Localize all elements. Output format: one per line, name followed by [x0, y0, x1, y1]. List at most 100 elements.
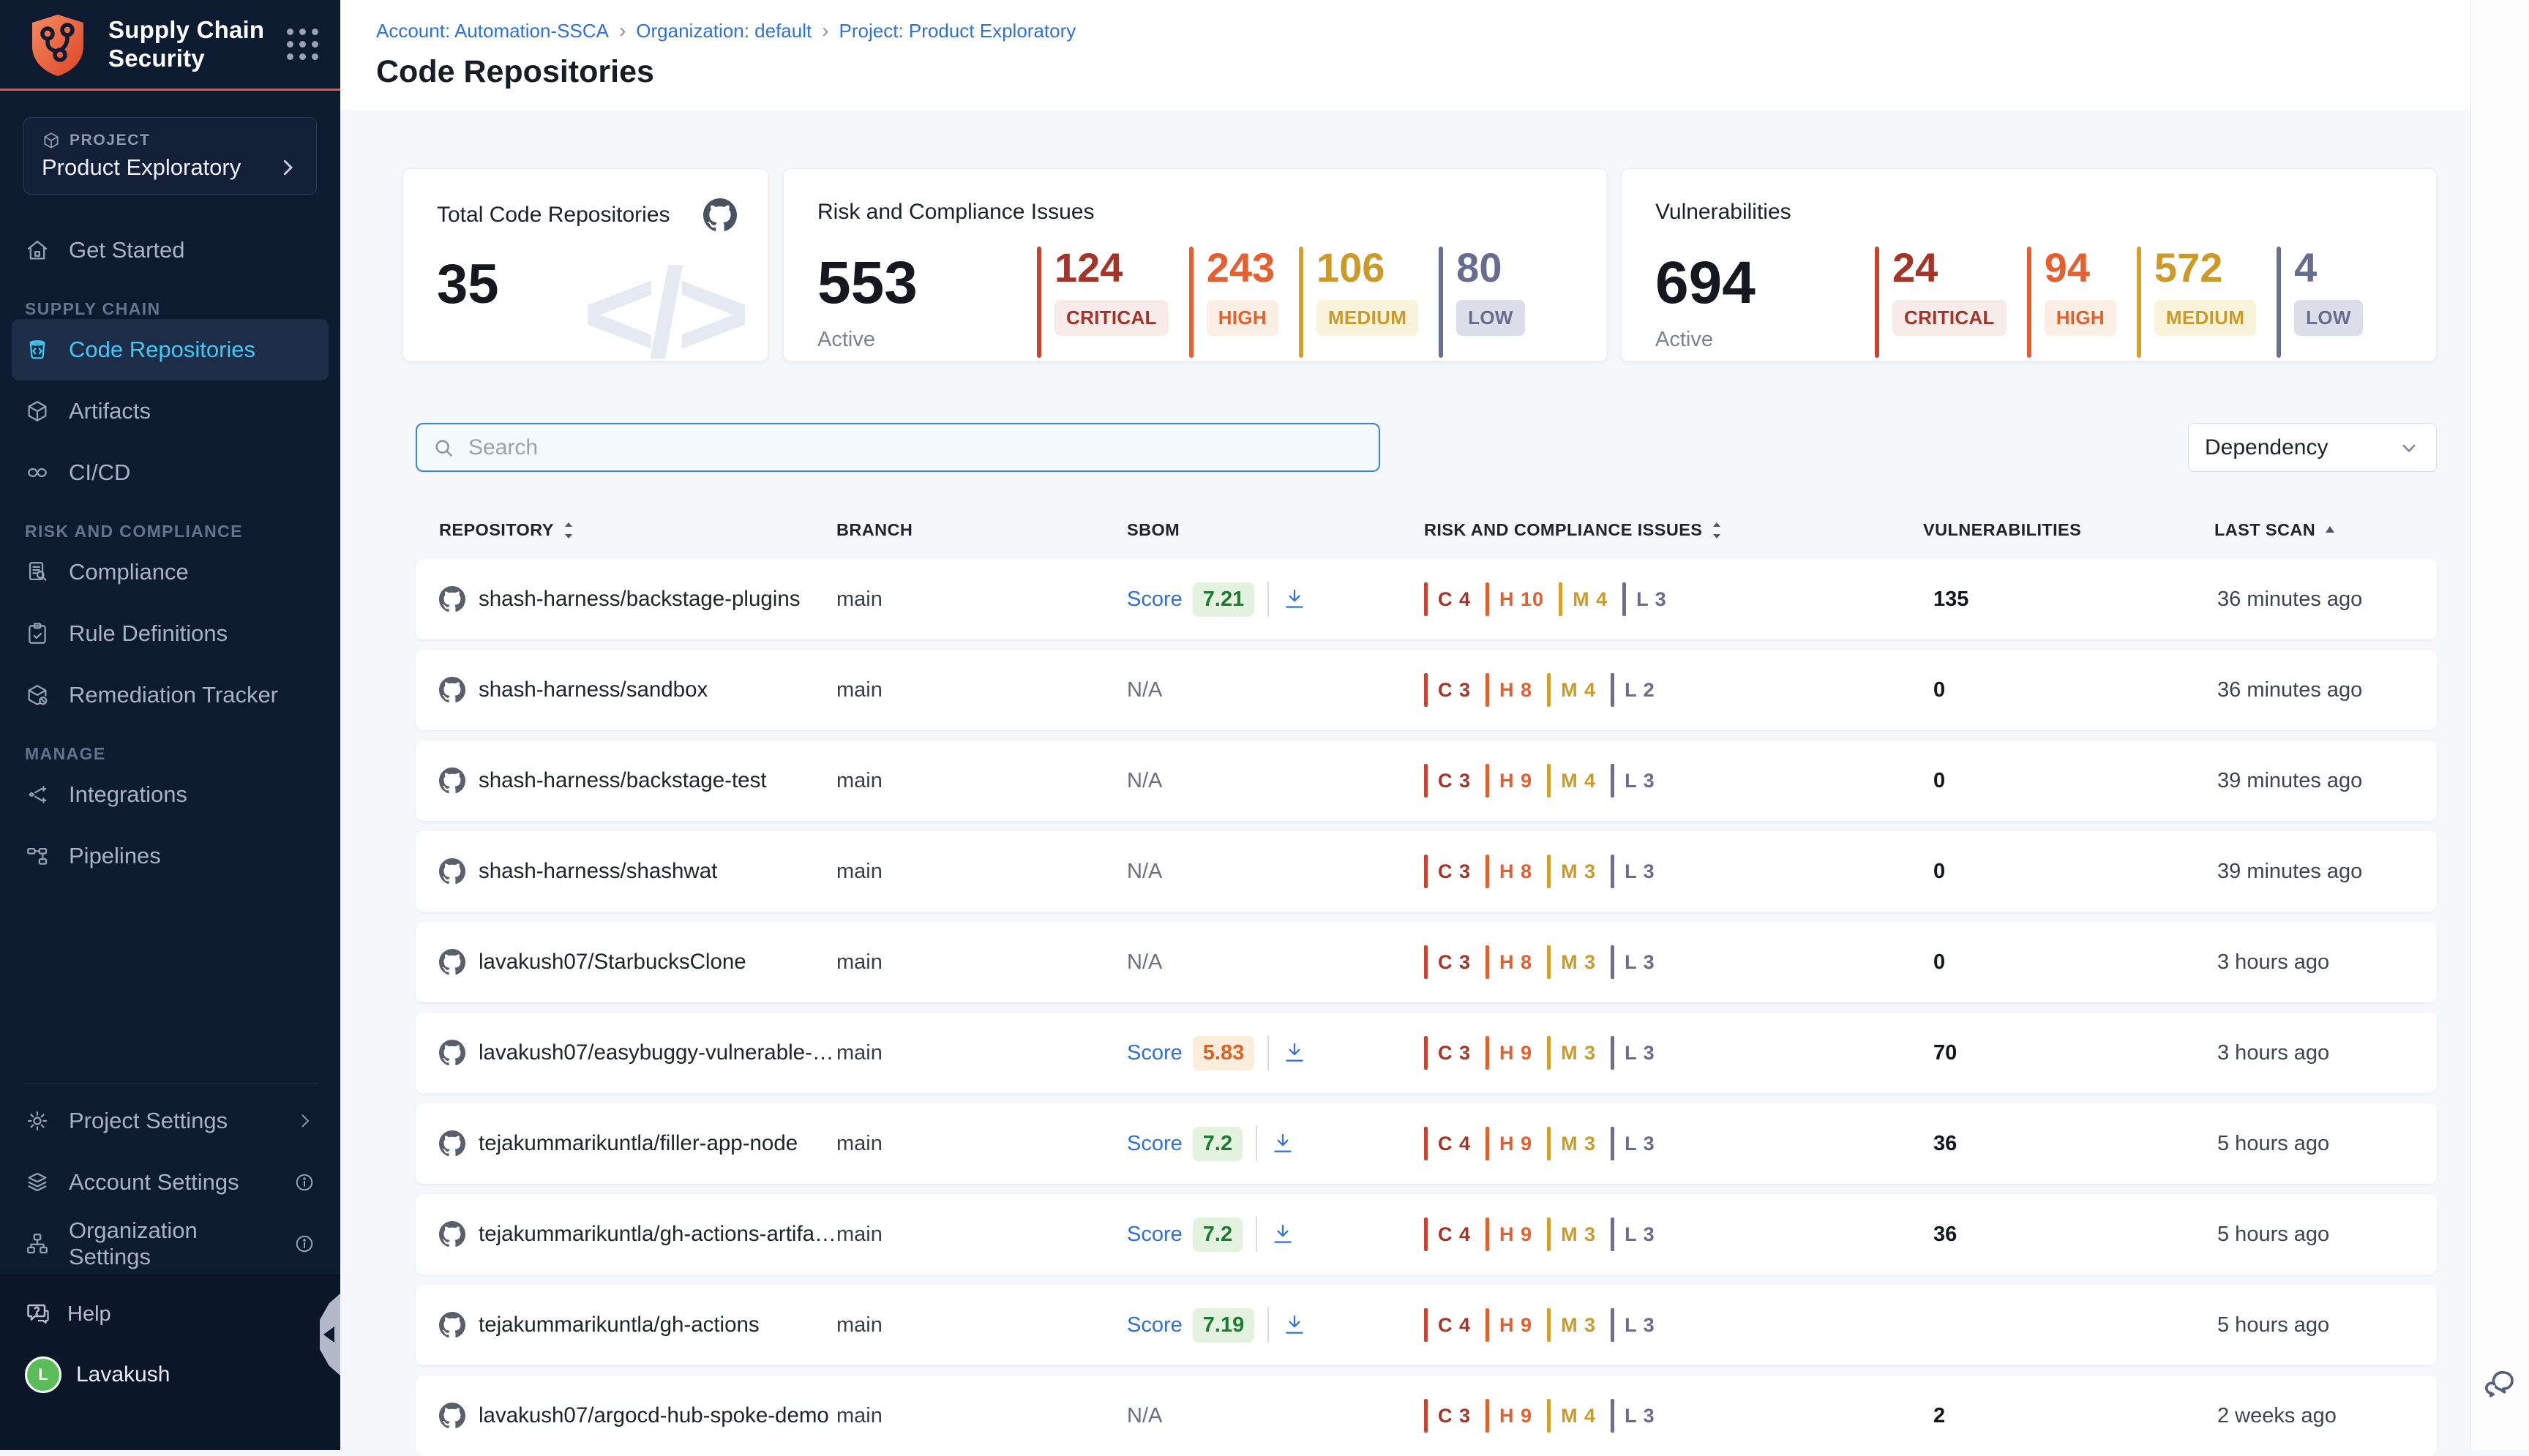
collapse-arrow-icon	[323, 1326, 334, 1343]
repository-cell[interactable]: shash-harness/backstage-plugins	[439, 586, 836, 612]
sort-asc-icon[interactable]	[2323, 524, 2337, 537]
severity-bar	[2137, 247, 2141, 358]
sidebar-item-account-settings[interactable]: Account Settings	[0, 1152, 340, 1213]
table-row[interactable]: shash-harness/shashwat main N/A C 3 H 8 …	[416, 831, 2437, 912]
page-title: Code Repositories	[376, 54, 2529, 90]
github-icon	[439, 1130, 465, 1157]
user-name: Lavakush	[76, 1362, 170, 1387]
sbom-score-link[interactable]: Score	[1127, 1041, 1183, 1065]
issue-critical-count: C 4	[1438, 1133, 1471, 1155]
download-sbom-icon[interactable]	[1282, 1040, 1307, 1065]
repository-cell[interactable]: tejakummarikuntla/gh-actions-artifacts	[439, 1221, 836, 1247]
risk-severity-high: 243 HIGH	[1189, 247, 1278, 358]
sidebar-item-get-started[interactable]: Get Started	[0, 219, 340, 281]
search-box[interactable]	[416, 423, 1380, 472]
sidebar-item-remediation-tracker[interactable]: Remediation Tracker	[0, 664, 340, 726]
repository-cell[interactable]: shash-harness/shashwat	[439, 858, 836, 885]
breadcrumb-account[interactable]: Account: Automation-SSCA	[376, 20, 609, 42]
search-input[interactable]	[467, 435, 1364, 461]
sbom-score-link[interactable]: Score	[1127, 1313, 1183, 1337]
risk-issues-card: Risk and Compliance Issues 553 Active 12…	[783, 168, 1608, 361]
sidebar-item-rule-definitions[interactable]: Rule Definitions	[0, 603, 340, 664]
issue-critical-count: C 3	[1438, 1405, 1471, 1427]
table-row[interactable]: shash-harness/sandbox main N/A C 3 H 8 M…	[416, 650, 2437, 730]
severity-badge: CRITICAL	[1054, 300, 1169, 336]
sbom-score-link[interactable]: Score	[1127, 1132, 1183, 1156]
severity-bar	[1485, 855, 1489, 888]
table-row[interactable]: tejakummarikuntla/gh-actions-artifacts m…	[416, 1194, 2437, 1275]
severity-bar	[1424, 1127, 1428, 1160]
download-sbom-icon[interactable]	[1270, 1131, 1295, 1156]
column-label: RISK AND COMPLIANCE ISSUES	[1424, 520, 1702, 540]
sidebar-item-label: CI/CD	[69, 459, 130, 486]
sidebar-item-project-settings[interactable]: Project Settings	[0, 1090, 340, 1152]
sidebar-item-pipelines[interactable]: Pipelines	[0, 825, 340, 887]
sidebar-item-ci-cd[interactable]: CI/CD	[0, 442, 340, 503]
sidebar-item-integrations[interactable]: Integrations	[0, 764, 340, 825]
code-repo-icon	[25, 337, 50, 362]
sidebar-item-label: Remediation Tracker	[69, 682, 278, 708]
user-menu[interactable]: L Lavakush	[25, 1356, 315, 1393]
sort-icon[interactable]	[1709, 521, 1724, 540]
repository-cell[interactable]: shash-harness/backstage-test	[439, 768, 836, 794]
sidebar-item-code-repositories[interactable]: Code Repositories	[12, 319, 329, 380]
column-header-repository[interactable]: REPOSITORY	[439, 520, 836, 540]
issue-high-count: H 9	[1499, 1314, 1532, 1337]
sidebar-item-compliance[interactable]: Compliance	[0, 541, 340, 603]
breadcrumb-organization[interactable]: Organization: default	[636, 20, 812, 42]
sbom-cell: Score 7.2	[1127, 1217, 1424, 1252]
help-button[interactable]: Help	[25, 1301, 315, 1327]
table-row[interactable]: shash-harness/backstage-test main N/A C …	[416, 740, 2437, 821]
table-row[interactable]: lavakush07/easybuggy-vulnerable-app… mai…	[416, 1013, 2437, 1093]
project-selector[interactable]: PROJECT Product Exploratory	[23, 117, 317, 195]
repository-cell[interactable]: lavakush07/StarbucksClone	[439, 949, 836, 975]
sbom-score-link[interactable]: Score	[1127, 588, 1183, 612]
vulnerabilities-cell: 70	[1923, 1041, 2214, 1065]
severity-bar	[1547, 1399, 1551, 1433]
issue-medium-count: M 3	[1561, 1223, 1596, 1246]
sidebar-header: Supply Chain Security	[0, 0, 340, 91]
column-header-last-scan[interactable]: LAST SCAN	[2214, 520, 2437, 540]
risk-severity-medium: 106 MEDIUM	[1299, 247, 1418, 358]
table-row[interactable]: tejakummarikuntla/filler-app-node main S…	[416, 1103, 2437, 1184]
download-sbom-icon[interactable]	[1270, 1222, 1295, 1247]
breadcrumb-project[interactable]: Project: Product Exploratory	[839, 20, 1076, 42]
repository-cell[interactable]: lavakush07/argocd-hub-spoke-demo	[439, 1403, 836, 1429]
last-scan-cell: 36 minutes ago	[2214, 678, 2437, 702]
sbom-score-link[interactable]: Score	[1127, 1223, 1183, 1247]
dependency-dropdown[interactable]: Dependency	[2188, 423, 2437, 472]
download-sbom-icon[interactable]	[1282, 1313, 1307, 1337]
severity-badge: HIGH	[1207, 300, 1278, 336]
sidebar-item-organization-settings[interactable]: Organization Settings	[0, 1213, 340, 1275]
issues-cell: C 3 H 9 M 4 L 3	[1424, 764, 1923, 798]
severity-bar	[1547, 673, 1551, 707]
table-row[interactable]: shash-harness/backstage-plugins main Sco…	[416, 559, 2437, 639]
grid-icon[interactable]	[287, 29, 318, 60]
sidebar-item-artifacts[interactable]: Artifacts	[0, 380, 340, 442]
sbom-cell: N/A	[1127, 950, 1424, 975]
repository-cell[interactable]: shash-harness/sandbox	[439, 677, 836, 703]
table-row[interactable]: tejakummarikuntla/gh-actions main Score …	[416, 1285, 2437, 1365]
sidebar-item-label: Artifacts	[69, 398, 151, 424]
repository-cell[interactable]: tejakummarikuntla/filler-app-node	[439, 1130, 836, 1157]
table-row[interactable]: lavakush07/StarbucksClone main N/A C 3 H…	[416, 922, 2437, 1002]
github-icon	[439, 1221, 465, 1247]
sbom-na: N/A	[1127, 769, 1162, 793]
severity-bar	[1439, 247, 1443, 358]
column-header-risk-and-compliance-issues[interactable]: RISK AND COMPLIANCE ISSUES	[1424, 520, 1923, 540]
sidebar-settings: Project Settings Account Settings Organi…	[0, 1090, 340, 1275]
vulns-severity-medium: 572 MEDIUM	[2137, 247, 2256, 358]
repository-name: tejakummarikuntla/filler-app-node	[479, 1131, 798, 1156]
sidebar-item-label: Organization Settings	[69, 1217, 274, 1270]
severity-bar	[1611, 1308, 1614, 1342]
issues-cell: C 4 H 9 M 3 L 3	[1424, 1217, 1923, 1251]
repository-cell[interactable]: lavakush07/easybuggy-vulnerable-app…	[439, 1040, 836, 1066]
issue-high-count: H 8	[1499, 679, 1532, 702]
severity-count: 106	[1316, 247, 1385, 290]
issue-low-count: L 3	[1625, 770, 1655, 792]
repository-cell[interactable]: tejakummarikuntla/gh-actions	[439, 1312, 836, 1338]
chat-bubbles-icon[interactable]	[2483, 1367, 2518, 1402]
sort-icon[interactable]	[561, 521, 576, 540]
download-sbom-icon[interactable]	[1282, 587, 1307, 612]
table-row[interactable]: lavakush07/argocd-hub-spoke-demo main N/…	[416, 1376, 2437, 1456]
